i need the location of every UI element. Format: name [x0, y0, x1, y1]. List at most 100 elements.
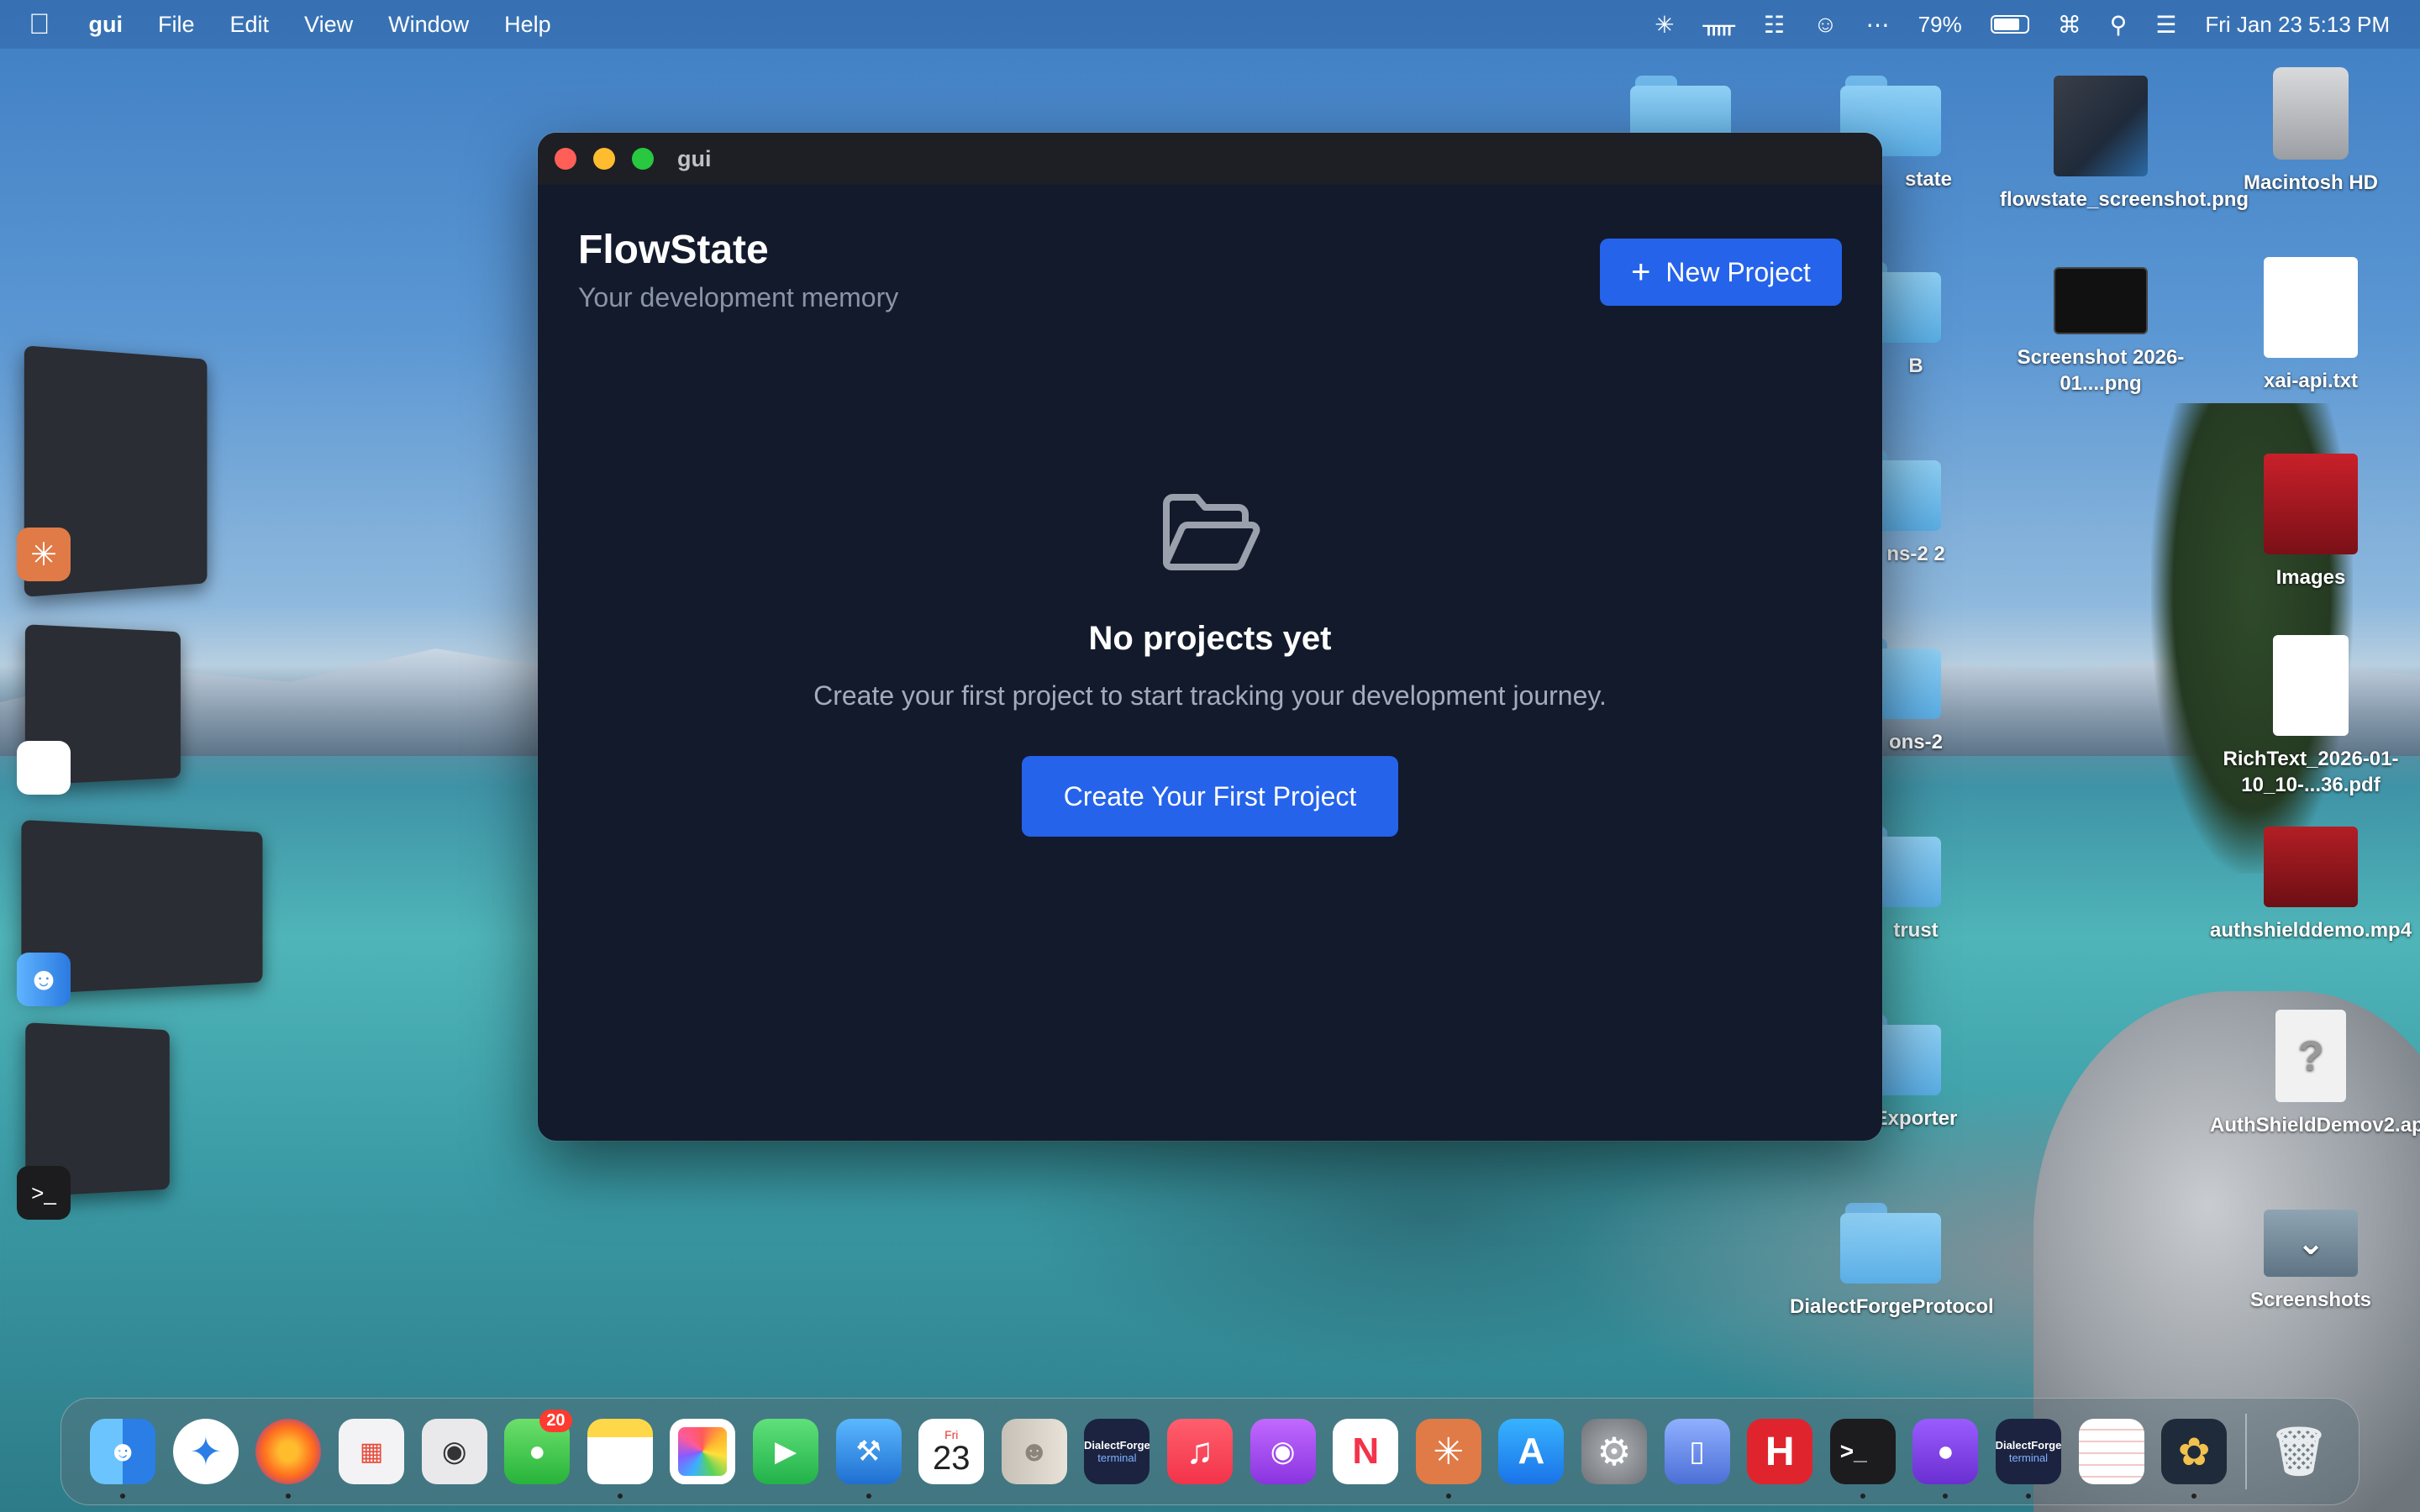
dock-xcode[interactable]: ⚒ — [827, 1398, 910, 1505]
dock-safari[interactable]: ✦ — [165, 1398, 248, 1505]
plus-icon: + — [1631, 254, 1651, 291]
dock-photos[interactable] — [661, 1398, 744, 1505]
dock-h-app[interactable]: H — [1739, 1398, 1822, 1505]
dock-podcasts[interactable]: ◉ — [1241, 1398, 1324, 1505]
menu-edit[interactable]: Edit — [230, 12, 270, 38]
dock-dialectforge-terminal[interactable]: DialectForge terminal — [1076, 1398, 1159, 1505]
create-first-project-button[interactable]: Create Your First Project — [1022, 756, 1398, 837]
finder-icon: ☻ — [90, 1419, 156, 1484]
folder-open-icon — [1163, 494, 1260, 570]
dock-notes[interactable] — [579, 1398, 662, 1505]
hammer-icon: ⚒ — [835, 1419, 902, 1484]
focus-icon[interactable]: ⋯ — [1866, 11, 1890, 39]
github-cat-icon: ● — [1912, 1419, 1979, 1484]
new-project-label: New Project — [1665, 256, 1811, 287]
bluetooth-icon[interactable]: ᚅ — [1703, 11, 1735, 39]
dock-simulator[interactable]: ▯ — [1655, 1398, 1739, 1505]
dock-app-store[interactable]: A — [1490, 1398, 1573, 1505]
control-center-icon[interactable]: ☰ — [2155, 11, 2176, 39]
user-account-icon[interactable]: ☺ — [1813, 11, 1838, 38]
menu-clock[interactable]: Fri Jan 23 5:13 PM — [2205, 12, 2390, 38]
image-thumbnail — [2054, 76, 2148, 176]
desktop-icon-screenshot-png[interactable]: Screenshot 2026-01....png — [2000, 267, 2202, 396]
flowstate-spiral-icon: ✿ — [2161, 1419, 2228, 1484]
firefox-icon — [255, 1419, 322, 1484]
image-thumbnail — [2054, 267, 2148, 334]
dock-messages[interactable]: ● 20 — [496, 1398, 579, 1505]
desktop-icon-dialectforgeprotocol[interactable]: DialectForgeProtocol — [1790, 1203, 1994, 1320]
running-indicator — [286, 1494, 292, 1499]
running-indicator — [1943, 1494, 1949, 1499]
music-note-icon: ♫ — [1167, 1419, 1234, 1484]
photos-flower-icon — [670, 1419, 736, 1484]
desktop-icon-xai-api-txt[interactable]: xai-api.txt — [2210, 257, 2412, 394]
desktop-icon-images[interactable]: Images — [2210, 454, 2412, 591]
video-camera-icon: ▶ — [753, 1419, 819, 1484]
menu-app-name[interactable]: gui — [89, 12, 124, 38]
window-titlebar[interactable]: gui — [538, 133, 1882, 185]
dock-calendar[interactable]: Fri 23 — [910, 1398, 993, 1505]
new-project-button[interactable]: + New Project — [1600, 239, 1842, 306]
folder-icon — [1840, 1203, 1941, 1284]
h-letter-icon: H — [1747, 1419, 1813, 1484]
apple-menu-icon[interactable]:  — [29, 8, 50, 41]
podcasts-icon: ◉ — [1249, 1419, 1316, 1484]
phone-icon: ▯ — [1664, 1419, 1730, 1484]
dock-facetime[interactable]: ▶ — [744, 1398, 828, 1505]
dock-github-desktop[interactable]: ● — [1904, 1398, 1987, 1505]
desktop-icon-authshielddemov2-apk[interactable]: ? AuthShieldDemov2.apk — [2210, 1010, 2420, 1138]
desktop-icon-authshielddemo-mp4[interactable]: authshielddemo.mp4 — [2210, 827, 2412, 943]
finder-app-icon[interactable]: ☻ — [17, 953, 71, 1006]
dock-screenshot[interactable]: ◉ — [413, 1398, 496, 1505]
dock-terminal[interactable]: >_ — [1821, 1398, 1904, 1505]
battery-icon[interactable] — [1990, 15, 2029, 34]
running-indicator — [617, 1494, 623, 1499]
dock-flowstate[interactable]: ✿ — [2153, 1398, 2236, 1505]
close-window-button[interactable] — [555, 148, 576, 170]
battery-percent: 79% — [1918, 11, 1962, 37]
running-indicator — [1860, 1494, 1865, 1499]
dock-news[interactable]: N — [1324, 1398, 1407, 1505]
dock-dialectforge-terminal-2[interactable]: DialectForge terminal — [1987, 1398, 2070, 1505]
menu-view[interactable]: View — [304, 12, 353, 38]
dock-claude[interactable]: ✳ — [1407, 1398, 1491, 1505]
notes-icon — [587, 1419, 653, 1484]
dialectforge-sublabel: terminal — [2008, 1452, 2049, 1464]
terminal-app-icon[interactable]: >_ — [17, 1166, 71, 1220]
dock-launchpad[interactable]: ▦ — [330, 1398, 413, 1505]
dock-system-settings[interactable]: ⚙ — [1573, 1398, 1656, 1505]
dock-trash[interactable]: 🗑 — [2257, 1398, 2340, 1505]
launchpad-grid-icon: ▦ — [339, 1419, 405, 1484]
dock-music[interactable]: ♫ — [1159, 1398, 1242, 1505]
menu-file[interactable]: File — [158, 12, 195, 38]
dock-contacts[interactable]: ☻ — [993, 1398, 1076, 1505]
zoom-window-button[interactable] — [632, 148, 654, 170]
pdf-file-icon — [2273, 635, 2349, 736]
dock-notes-2[interactable] — [2070, 1398, 2153, 1505]
news-icon: N — [1333, 1419, 1399, 1484]
wifi-icon[interactable]: ⌘ — [2058, 11, 2081, 39]
menu-window[interactable]: Window — [388, 12, 469, 38]
app-window: gui FlowState Your development memory + … — [538, 133, 1882, 1141]
app-title: FlowState — [578, 228, 769, 272]
dock-separator — [2245, 1414, 2248, 1489]
window-title: gui — [677, 145, 712, 171]
minimize-window-button[interactable] — [593, 148, 615, 170]
running-indicator — [865, 1494, 871, 1499]
dialectforge-icon: DialectForge terminal — [1084, 1419, 1150, 1484]
desktop-icon-richtext-pdf[interactable]: RichText_2026-01-10_10-...36.pdf — [2210, 635, 2412, 798]
running-indicator — [2025, 1494, 2031, 1499]
keyboard-icon[interactable]: ☷ — [1764, 11, 1785, 39]
claude-app-icon[interactable]: ✳ — [17, 528, 71, 581]
notepad-icon — [2078, 1419, 2144, 1484]
claude-status-icon[interactable]: ✳ — [1655, 11, 1674, 39]
dock-firefox[interactable] — [247, 1398, 330, 1505]
dock-finder[interactable]: ☻ — [82, 1398, 165, 1505]
desktop-icon-flowstate-screenshot[interactable]: flowstate_screenshot.png — [2000, 76, 2249, 213]
desktop-icon-macintosh-hd[interactable]: Macintosh HD — [2210, 67, 2412, 196]
notes-app-icon[interactable] — [17, 741, 71, 795]
menu-help[interactable]: Help — [504, 12, 551, 38]
spotlight-search-icon[interactable]: ⚲ — [2110, 11, 2128, 39]
dialectforge-label: DialectForge — [1084, 1439, 1150, 1452]
desktop-icon-screenshots[interactable]: ⌄ Screenshots — [2210, 1210, 2412, 1313]
